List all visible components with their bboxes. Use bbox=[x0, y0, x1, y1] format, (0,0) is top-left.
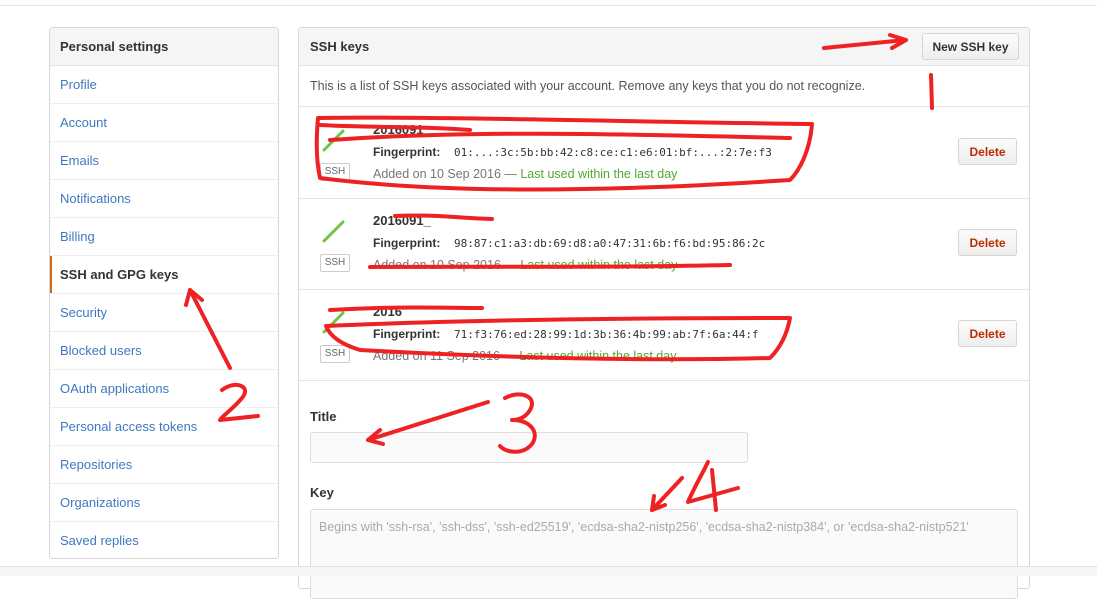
delete-key-button[interactable]: Delete bbox=[958, 138, 1017, 165]
fingerprint-label: Fingerprint: bbox=[373, 145, 441, 159]
ssh-key-row: SSH 2016091_ Fingerprint: 98:87:c1:a3:db… bbox=[299, 198, 1029, 290]
panel-title: SSH keys bbox=[310, 39, 370, 54]
ssh-badge: SSH bbox=[320, 254, 350, 272]
intro-text: This is a list of SSH keys associated wi… bbox=[310, 79, 866, 93]
delete-key-button[interactable]: Delete bbox=[958, 229, 1017, 256]
sidebar-item-billing[interactable]: Billing bbox=[50, 218, 278, 256]
key-textarea[interactable]: Begins with 'ssh-rsa', 'ssh-dss', 'ssh-e… bbox=[310, 509, 1018, 599]
key-title: 2016 bbox=[373, 304, 402, 319]
sidebar-item-oauth-applications[interactable]: OAuth applications bbox=[50, 370, 278, 408]
fingerprint-value: 01:...:3c:5b:bb:42:c8:ce:c1:e6:01:bf:...… bbox=[454, 146, 772, 159]
fingerprint-value: 98:87:c1:a3:db:69:d8:a0:47:31:6b:f6:bd:9… bbox=[454, 237, 766, 250]
sidebar-item-personal-access-tokens[interactable]: Personal access tokens bbox=[50, 408, 278, 446]
added-date: Added on 10 Sep 2016 bbox=[373, 167, 501, 181]
sidebar-item-organizations[interactable]: Organizations bbox=[50, 484, 278, 522]
sidebar-item-blocked-users[interactable]: Blocked users bbox=[50, 332, 278, 370]
ssh-badge: SSH bbox=[320, 345, 350, 363]
sidebar-item-saved-replies[interactable]: Saved replies bbox=[50, 522, 278, 558]
key-icon bbox=[322, 129, 345, 152]
last-used: Last used within the last day bbox=[520, 258, 678, 272]
sidebar-item-ssh-gpg-keys[interactable]: SSH and GPG keys bbox=[50, 256, 278, 294]
settings-sidebar: Personal settings Profile Account Emails… bbox=[49, 27, 279, 559]
added-date: Added on 10 Sep 2016 bbox=[373, 258, 501, 272]
ssh-key-row: SSH 2016 Fingerprint: 71:f3:76:ed:28:99:… bbox=[299, 289, 1029, 381]
title-label: Title bbox=[310, 409, 337, 424]
ssh-key-row: SSH 2016091_ Fingerprint: 01:...:3c:5b:b… bbox=[299, 107, 1029, 199]
separator: — bbox=[500, 258, 521, 272]
sidebar-item-account[interactable]: Account bbox=[50, 104, 278, 142]
key-title: 2016091_ bbox=[373, 213, 431, 228]
last-used: Last used within the last day bbox=[520, 167, 678, 181]
key-added-info: Added on 10 Sep 2016 — Last used within … bbox=[373, 167, 677, 181]
separator: — bbox=[499, 349, 520, 363]
sidebar-item-notifications[interactable]: Notifications bbox=[50, 180, 278, 218]
sidebar-header: Personal settings bbox=[50, 28, 278, 66]
key-title: 2016091_ bbox=[373, 122, 431, 137]
key-icon bbox=[322, 311, 345, 334]
separator: — bbox=[500, 167, 521, 181]
added-date: Added on 11 Sep 2016 bbox=[373, 349, 500, 363]
new-ssh-key-button[interactable]: New SSH key bbox=[922, 33, 1019, 60]
sidebar-item-security[interactable]: Security bbox=[50, 294, 278, 332]
key-added-info: Added on 10 Sep 2016 — Last used within … bbox=[373, 258, 677, 272]
sidebar-item-emails[interactable]: Emails bbox=[50, 142, 278, 180]
sidebar-item-profile[interactable]: Profile bbox=[50, 66, 278, 104]
fingerprint-label: Fingerprint: bbox=[373, 327, 441, 341]
ssh-badge: SSH bbox=[320, 163, 350, 181]
key-icon bbox=[322, 220, 345, 243]
fingerprint-label: Fingerprint: bbox=[373, 236, 441, 250]
key-label: Key bbox=[310, 485, 334, 500]
top-divider bbox=[0, 5, 1097, 6]
title-input[interactable] bbox=[310, 432, 748, 463]
ssh-keys-panel: SSH keys New SSH key This is a list of S… bbox=[298, 27, 1030, 599]
key-added-info: Added on 11 Sep 2016 — Last used within … bbox=[373, 349, 676, 363]
panel-header: SSH keys New SSH key bbox=[299, 28, 1029, 66]
sidebar-item-repositories[interactable]: Repositories bbox=[50, 446, 278, 484]
last-used: Last used within the last day bbox=[519, 349, 677, 363]
delete-key-button[interactable]: Delete bbox=[958, 320, 1017, 347]
fingerprint-value: 71:f3:76:ed:28:99:1d:3b:36:4b:99:ab:7f:6… bbox=[454, 328, 759, 341]
